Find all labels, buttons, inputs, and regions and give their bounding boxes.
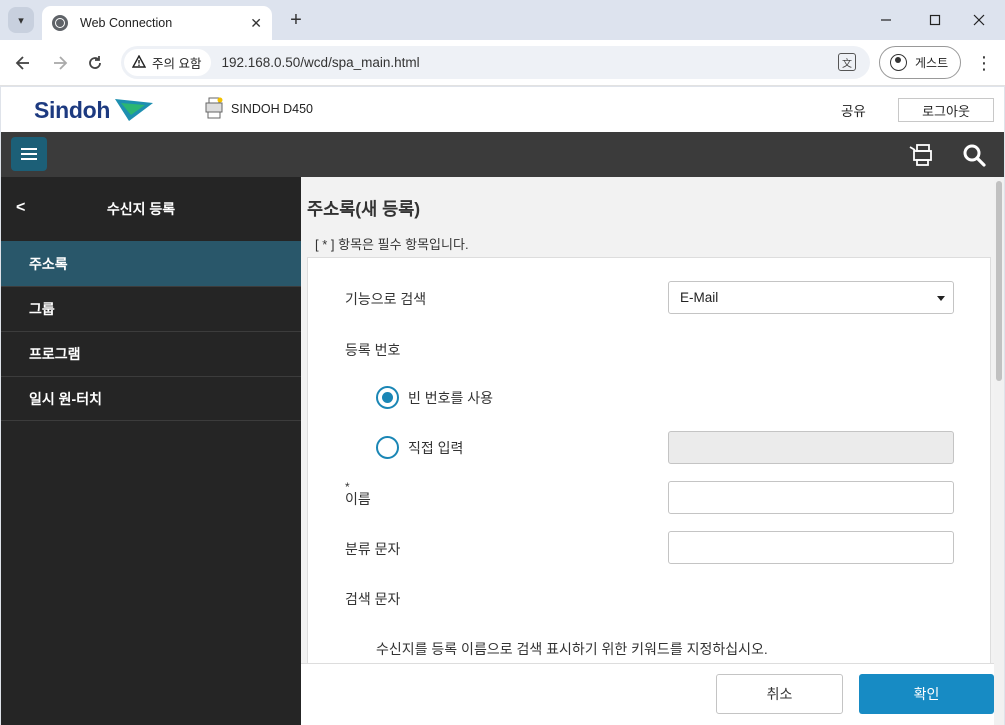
main-content: 주소록(새 등록) [ * ] 항목은 필수 항목입니다. 기능으로 검색 E-…: [301, 177, 994, 725]
search-by-function-select[interactable]: E-Mail: [668, 281, 954, 314]
radio-unchecked-icon[interactable]: [376, 436, 399, 459]
close-window-icon[interactable]: [967, 8, 991, 32]
globe-icon: [52, 15, 68, 31]
logo-mark-icon: [115, 99, 153, 121]
search-by-function-value: E-Mail: [680, 290, 719, 305]
maximize-icon[interactable]: [923, 8, 947, 32]
direct-number-input[interactable]: [668, 431, 954, 464]
main-scrollbar[interactable]: [994, 177, 1004, 725]
browser-tab[interactable]: Web Connection ✕: [42, 6, 272, 40]
profile-label: 게스트: [915, 56, 949, 70]
search-character-help: 수신지를 등록 이름으로 검색 표시하기 위한 키워드를 지정하십시오.: [376, 641, 768, 657]
profile-button[interactable]: 게스트: [879, 46, 961, 79]
avatar-icon: [890, 54, 907, 71]
share-link[interactable]: 공유: [841, 100, 866, 120]
required-note: [ * ] 항목은 필수 항목입니다.: [315, 237, 469, 252]
device-status-icon[interactable]: [909, 142, 935, 168]
radio-use-empty-label: 빈 번호를 사용: [408, 389, 494, 406]
page-title: 주소록(새 등록): [307, 199, 421, 219]
back-chevron-icon[interactable]: <: [16, 199, 25, 217]
url-text[interactable]: 192.168.0.50/wcd/spa_main.html: [221, 55, 419, 70]
app-header: Sindoh SINDOH D450 공유 로그아웃: [1, 87, 1004, 132]
logout-button[interactable]: 로그아웃: [898, 98, 994, 122]
sidebar: < 수신지 등록 주소록 그룹 프로그램 일시 원-터치: [1, 177, 301, 725]
more-menu-icon[interactable]: ⋮: [972, 50, 996, 76]
footer-action-bar: 취소 확인: [301, 663, 994, 725]
sidebar-header: < 수신지 등록: [1, 177, 301, 241]
hamburger-menu-button[interactable]: [11, 137, 47, 171]
registration-number-label: 등록 번호: [345, 342, 401, 358]
back-arrow-icon[interactable]: [10, 50, 36, 76]
sidebar-item-program[interactable]: 프로그램: [1, 331, 301, 376]
security-label: 주의 요함: [152, 57, 202, 71]
sidebar-item-temporary-one-touch[interactable]: 일시 원-터치: [1, 376, 301, 421]
sidebar-item-address-book[interactable]: 주소록: [1, 241, 301, 286]
tab-list-icon[interactable]: ▾: [8, 7, 34, 33]
browser-toolbar: 주의 요함 192.168.0.50/wcd/spa_main.html 文 게…: [0, 40, 1005, 86]
radio-use-empty-number[interactable]: 빈 번호를 사용: [376, 386, 493, 409]
search-character-label: 검색 문자: [345, 591, 401, 607]
app-toolbar: [1, 132, 1004, 177]
forward-arrow-icon[interactable]: [47, 50, 73, 76]
radio-direct-input-label: 직접 입력: [408, 439, 464, 456]
category-label: 분류 문자: [345, 541, 401, 557]
ok-button[interactable]: 확인: [859, 674, 994, 714]
dropdown-caret-icon: [937, 296, 945, 301]
form-card: 기능으로 검색 E-Mail 등록 번호 빈 번호를 사용 직접 입력 * 이름…: [307, 257, 991, 725]
browser-tab-bar: ▾ Web Connection ✕ +: [0, 0, 1005, 40]
translate-icon[interactable]: 文: [838, 53, 856, 71]
device-name: SINDOH D450: [231, 102, 313, 116]
printer-icon: [205, 97, 223, 119]
tab-title: Web Connection: [80, 16, 173, 30]
sidebar-title: 수신지 등록: [106, 201, 176, 217]
tab-close-icon[interactable]: ✕: [250, 15, 262, 32]
name-label: 이름: [345, 491, 371, 507]
reload-icon[interactable]: [82, 50, 108, 76]
address-bar[interactable]: 주의 요함 192.168.0.50/wcd/spa_main.html 文: [121, 46, 870, 79]
new-tab-button[interactable]: +: [284, 8, 308, 32]
search-by-function-label: 기능으로 검색: [345, 291, 427, 307]
warning-icon: [131, 54, 147, 71]
minimize-icon[interactable]: [874, 8, 898, 32]
scrollbar-thumb[interactable]: [996, 181, 1002, 381]
category-input[interactable]: [668, 531, 954, 564]
radio-checked-icon[interactable]: [376, 386, 399, 409]
radio-direct-input[interactable]: 직접 입력: [376, 436, 463, 459]
security-chip[interactable]: 주의 요함: [124, 49, 212, 76]
name-input[interactable]: [668, 481, 954, 514]
search-icon[interactable]: [961, 142, 987, 168]
sindoh-logo: Sindoh: [34, 97, 111, 123]
cancel-button[interactable]: 취소: [716, 674, 843, 714]
sidebar-item-group[interactable]: 그룹: [1, 286, 301, 331]
